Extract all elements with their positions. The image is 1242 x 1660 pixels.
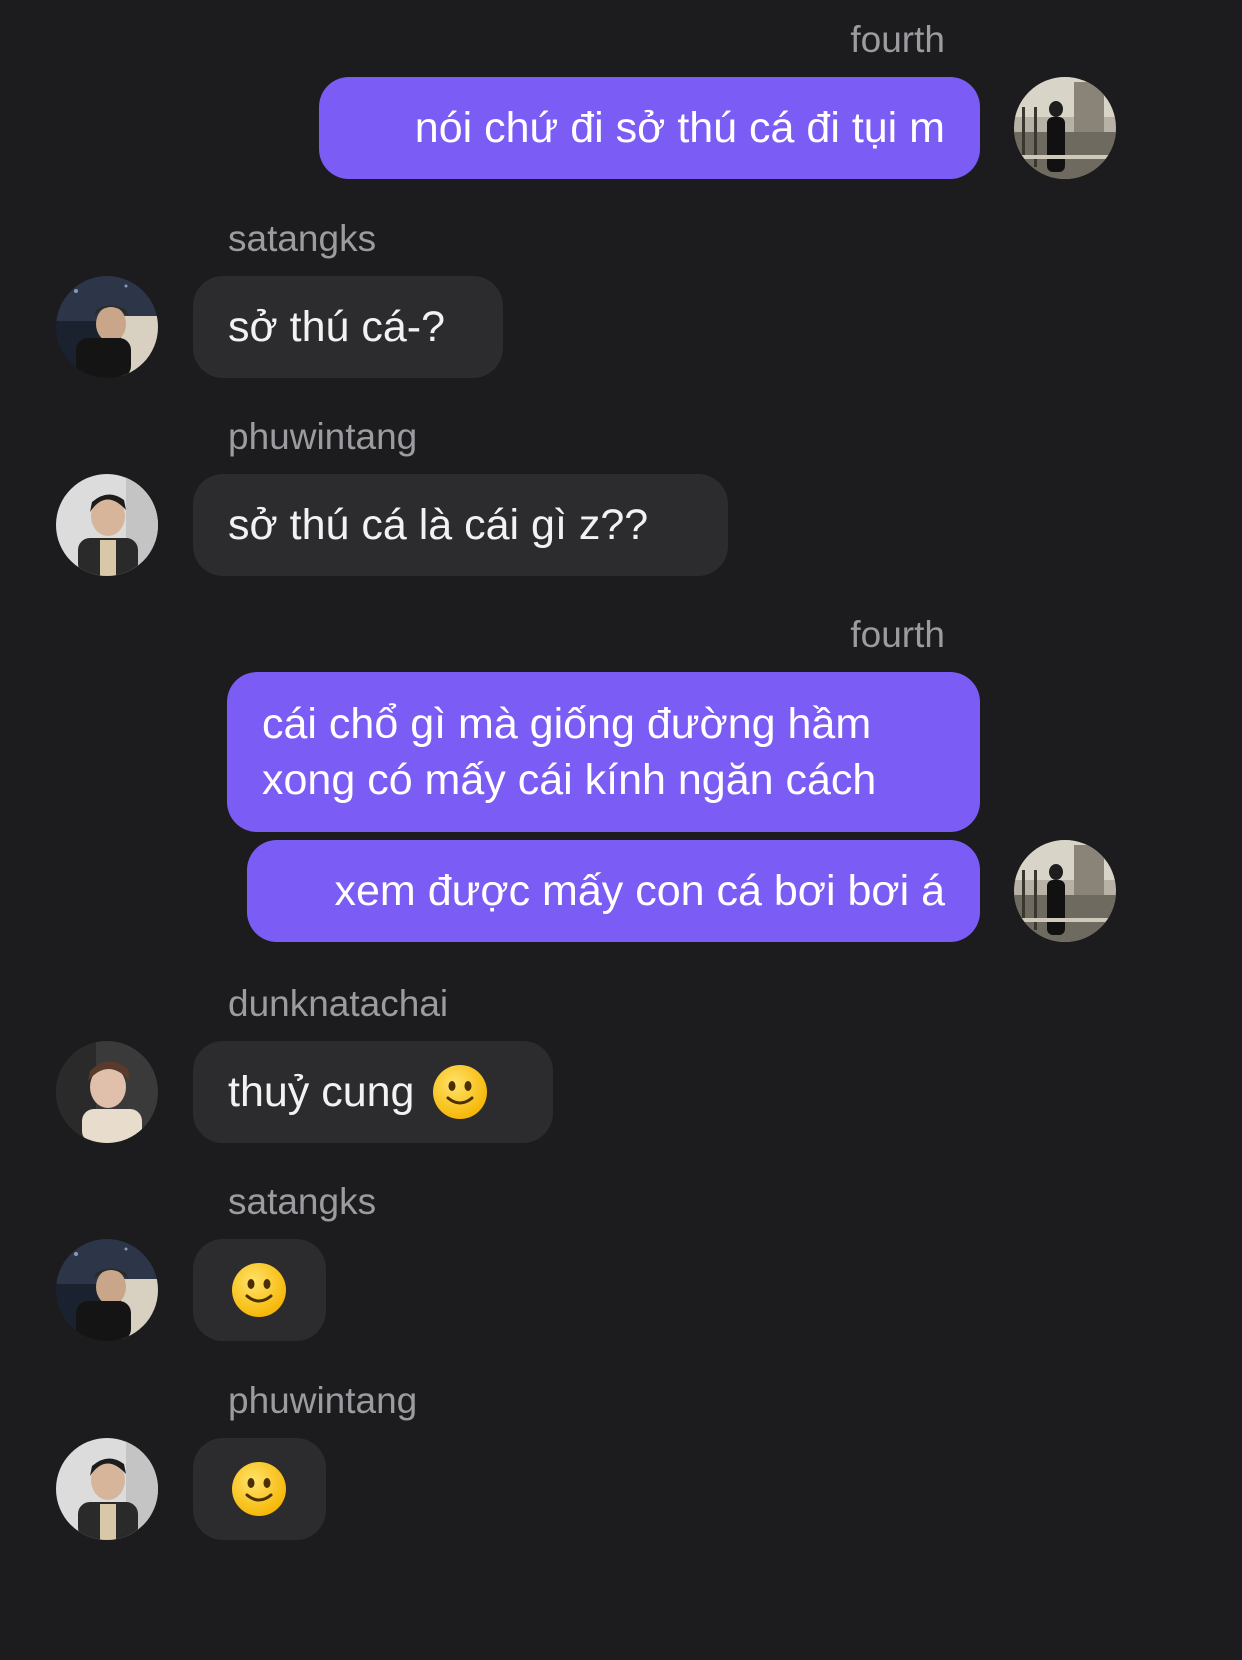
message-bubble-incoming[interactable]: thuỷ cung xyxy=(193,1041,553,1143)
sender-name: phuwintang xyxy=(228,416,418,457)
avatar-dunknatachai[interactable] xyxy=(56,1041,158,1143)
message-bubble-incoming[interactable] xyxy=(193,1438,326,1540)
slightly-smiling-face-icon xyxy=(231,1262,287,1318)
avatar-fourth[interactable] xyxy=(1014,77,1116,179)
message-text-line-1: cái chổ gì mà giống đường hầm xyxy=(262,700,872,748)
message-text-line-2: xong có mấy cái kính ngăn cách xyxy=(262,756,877,804)
message-text: sở thú cá là cái gì z?? xyxy=(228,500,649,549)
sender-name: phuwintang xyxy=(228,1380,418,1421)
avatar-phuwintang[interactable] xyxy=(56,474,158,576)
message-text: thuỷ cung xyxy=(228,1067,415,1116)
message-bubble-outgoing[interactable]: xem được mấy con cá bơi bơi á xyxy=(247,840,980,942)
message-text: nói chứ đi sở thú cá đi tụi m xyxy=(414,103,945,152)
sender-name: satangks xyxy=(228,1181,377,1222)
avatar-satangks[interactable] xyxy=(56,276,158,378)
message-text: xem được mấy con cá bơi bơi á xyxy=(334,866,945,915)
avatar-phuwintang[interactable] xyxy=(56,1438,158,1540)
sender-name: fourth xyxy=(850,19,945,60)
slightly-smiling-face-icon xyxy=(231,1461,287,1517)
message-text: sở thú cá-? xyxy=(228,302,446,351)
sender-name: dunknatachai xyxy=(228,983,449,1024)
message-bubble-outgoing[interactable]: nói chứ đi sở thú cá đi tụi m xyxy=(319,77,980,179)
sender-name: satangks xyxy=(228,218,377,259)
message-bubble-outgoing[interactable]: cái chổ gì mà giống đường hầm xong có mấ… xyxy=(227,672,980,832)
avatar-satangks[interactable] xyxy=(56,1239,158,1341)
message-bubble-incoming[interactable]: sở thú cá-? xyxy=(193,276,503,378)
avatar-fourth[interactable] xyxy=(1014,840,1116,942)
sender-name: fourth xyxy=(850,614,945,655)
slightly-smiling-face-icon xyxy=(432,1064,488,1120)
message-bubble-incoming[interactable]: sở thú cá là cái gì z?? xyxy=(193,474,728,576)
message-bubble-incoming[interactable] xyxy=(193,1239,326,1341)
